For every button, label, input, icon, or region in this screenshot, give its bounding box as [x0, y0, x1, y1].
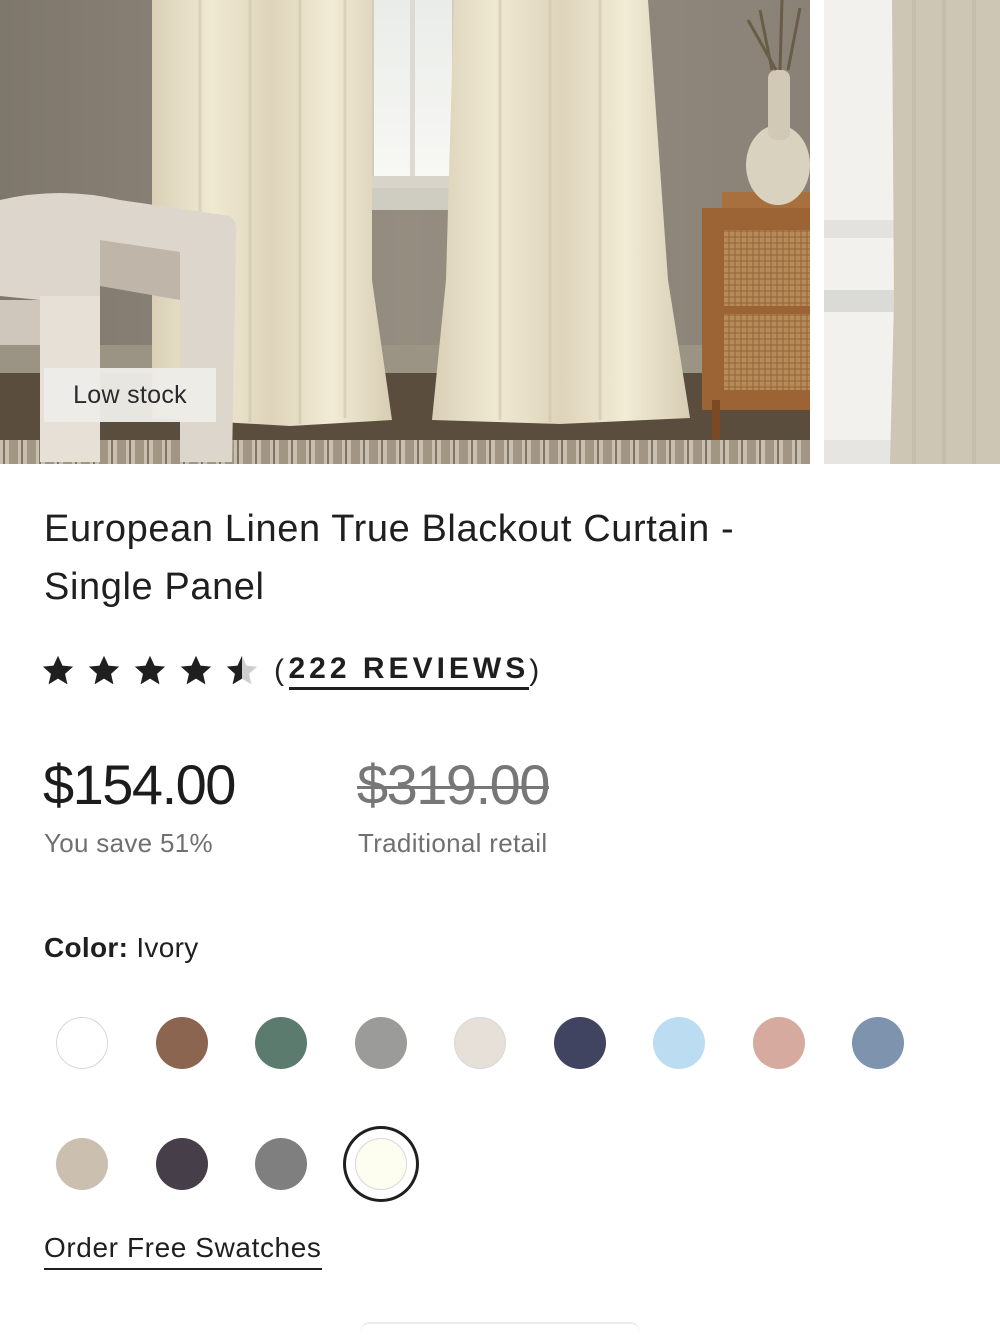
reviews-link[interactable]: ( 222 REVIEWS )	[274, 652, 544, 690]
color-swatch-gray[interactable]	[355, 1017, 407, 1069]
rating-stars	[40, 653, 270, 689]
star-full-icon	[42, 655, 74, 685]
bottom-sheet-edge	[360, 1322, 640, 1335]
original-price: $319.00	[357, 753, 550, 816]
color-swatch-white[interactable]	[56, 1017, 108, 1069]
color-selected-value: Ivory	[136, 932, 199, 963]
star-half-icon	[226, 655, 258, 685]
original-price-label: Traditional retail	[358, 828, 548, 858]
color-swatch-brown[interactable]	[156, 1017, 208, 1069]
low-stock-badge: Low stock	[44, 368, 216, 422]
color-swatch-oat[interactable]	[454, 1017, 506, 1069]
color-swatch-navy[interactable]	[554, 1017, 606, 1069]
color-swatch-charcoal[interactable]	[255, 1138, 307, 1190]
sale-price: $154.00	[43, 753, 236, 816]
reviews-paren-close: )	[529, 654, 544, 687]
reviews-count[interactable]: 222 REVIEWS	[288, 652, 530, 690]
color-swatch-taupe[interactable]	[56, 1138, 108, 1190]
color-swatch-light-blue[interactable]	[653, 1017, 705, 1069]
curtain-closeup-photo	[824, 0, 1000, 464]
product-gallery[interactable]: Low stock	[0, 0, 1000, 464]
color-label: Color: Ivory	[44, 932, 199, 964]
color-swatch-blush[interactable]	[753, 1017, 805, 1069]
order-free-swatches-link[interactable]: Order Free Swatches	[44, 1232, 322, 1270]
color-swatch-green[interactable]	[255, 1017, 307, 1069]
product-title-line2: Single Panel	[44, 566, 265, 608]
color-swatch-plum[interactable]	[156, 1138, 208, 1190]
savings-text: You save 51%	[44, 828, 213, 858]
product-photo-next[interactable]	[824, 0, 1000, 464]
product-photo-main[interactable]: Low stock	[0, 0, 810, 464]
star-full-icon	[180, 655, 212, 685]
reviews-paren-open: (	[274, 654, 289, 687]
product-title: European Linen True Blackout Curtain - S…	[44, 500, 844, 616]
rating-row: ( 222 REVIEWS )	[40, 648, 544, 694]
product-title-line1: European Linen True Blackout Curtain -	[44, 508, 735, 550]
color-swatch-ivory[interactable]	[355, 1138, 407, 1190]
color-label-key: Color:	[44, 932, 129, 963]
star-full-icon	[88, 655, 120, 685]
star-full-icon	[134, 655, 166, 685]
color-swatch-slate-blue[interactable]	[852, 1017, 904, 1069]
